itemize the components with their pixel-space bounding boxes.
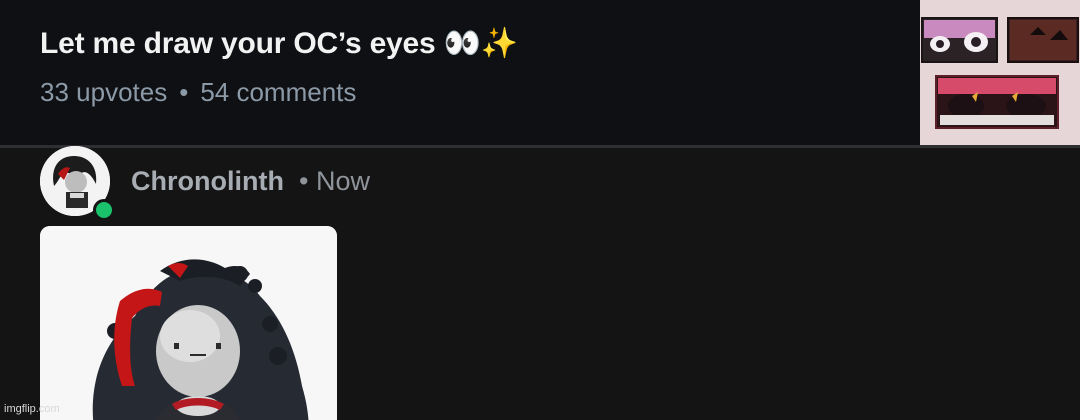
character-render xyxy=(40,226,337,420)
watermark: imgflip.com xyxy=(4,403,60,415)
thumbnail-eyes-drawing xyxy=(920,0,1080,145)
post-title[interactable]: Let me draw your OC’s eyes 👀✨ xyxy=(40,26,518,61)
post-header[interactable]: Let me draw your OC’s eyes 👀✨ 33 upvotes… xyxy=(0,0,1080,145)
upvote-count: 33 upvotes xyxy=(40,77,168,107)
post-meta: 33 upvotes • 54 comments xyxy=(40,77,356,108)
comment-count[interactable]: 54 comments xyxy=(200,77,356,107)
comment-image[interactable] xyxy=(40,226,337,420)
comment-timestamp: • Now xyxy=(299,166,370,196)
screen: Let me draw your OC’s eyes 👀✨ 33 upvotes… xyxy=(0,0,1080,420)
meta-separator: • xyxy=(179,77,189,107)
online-status-indicator xyxy=(93,199,115,221)
post-thumbnail[interactable] xyxy=(920,0,1080,145)
comment-author[interactable]: Chronolinth xyxy=(131,166,284,197)
header-divider xyxy=(0,145,1080,148)
